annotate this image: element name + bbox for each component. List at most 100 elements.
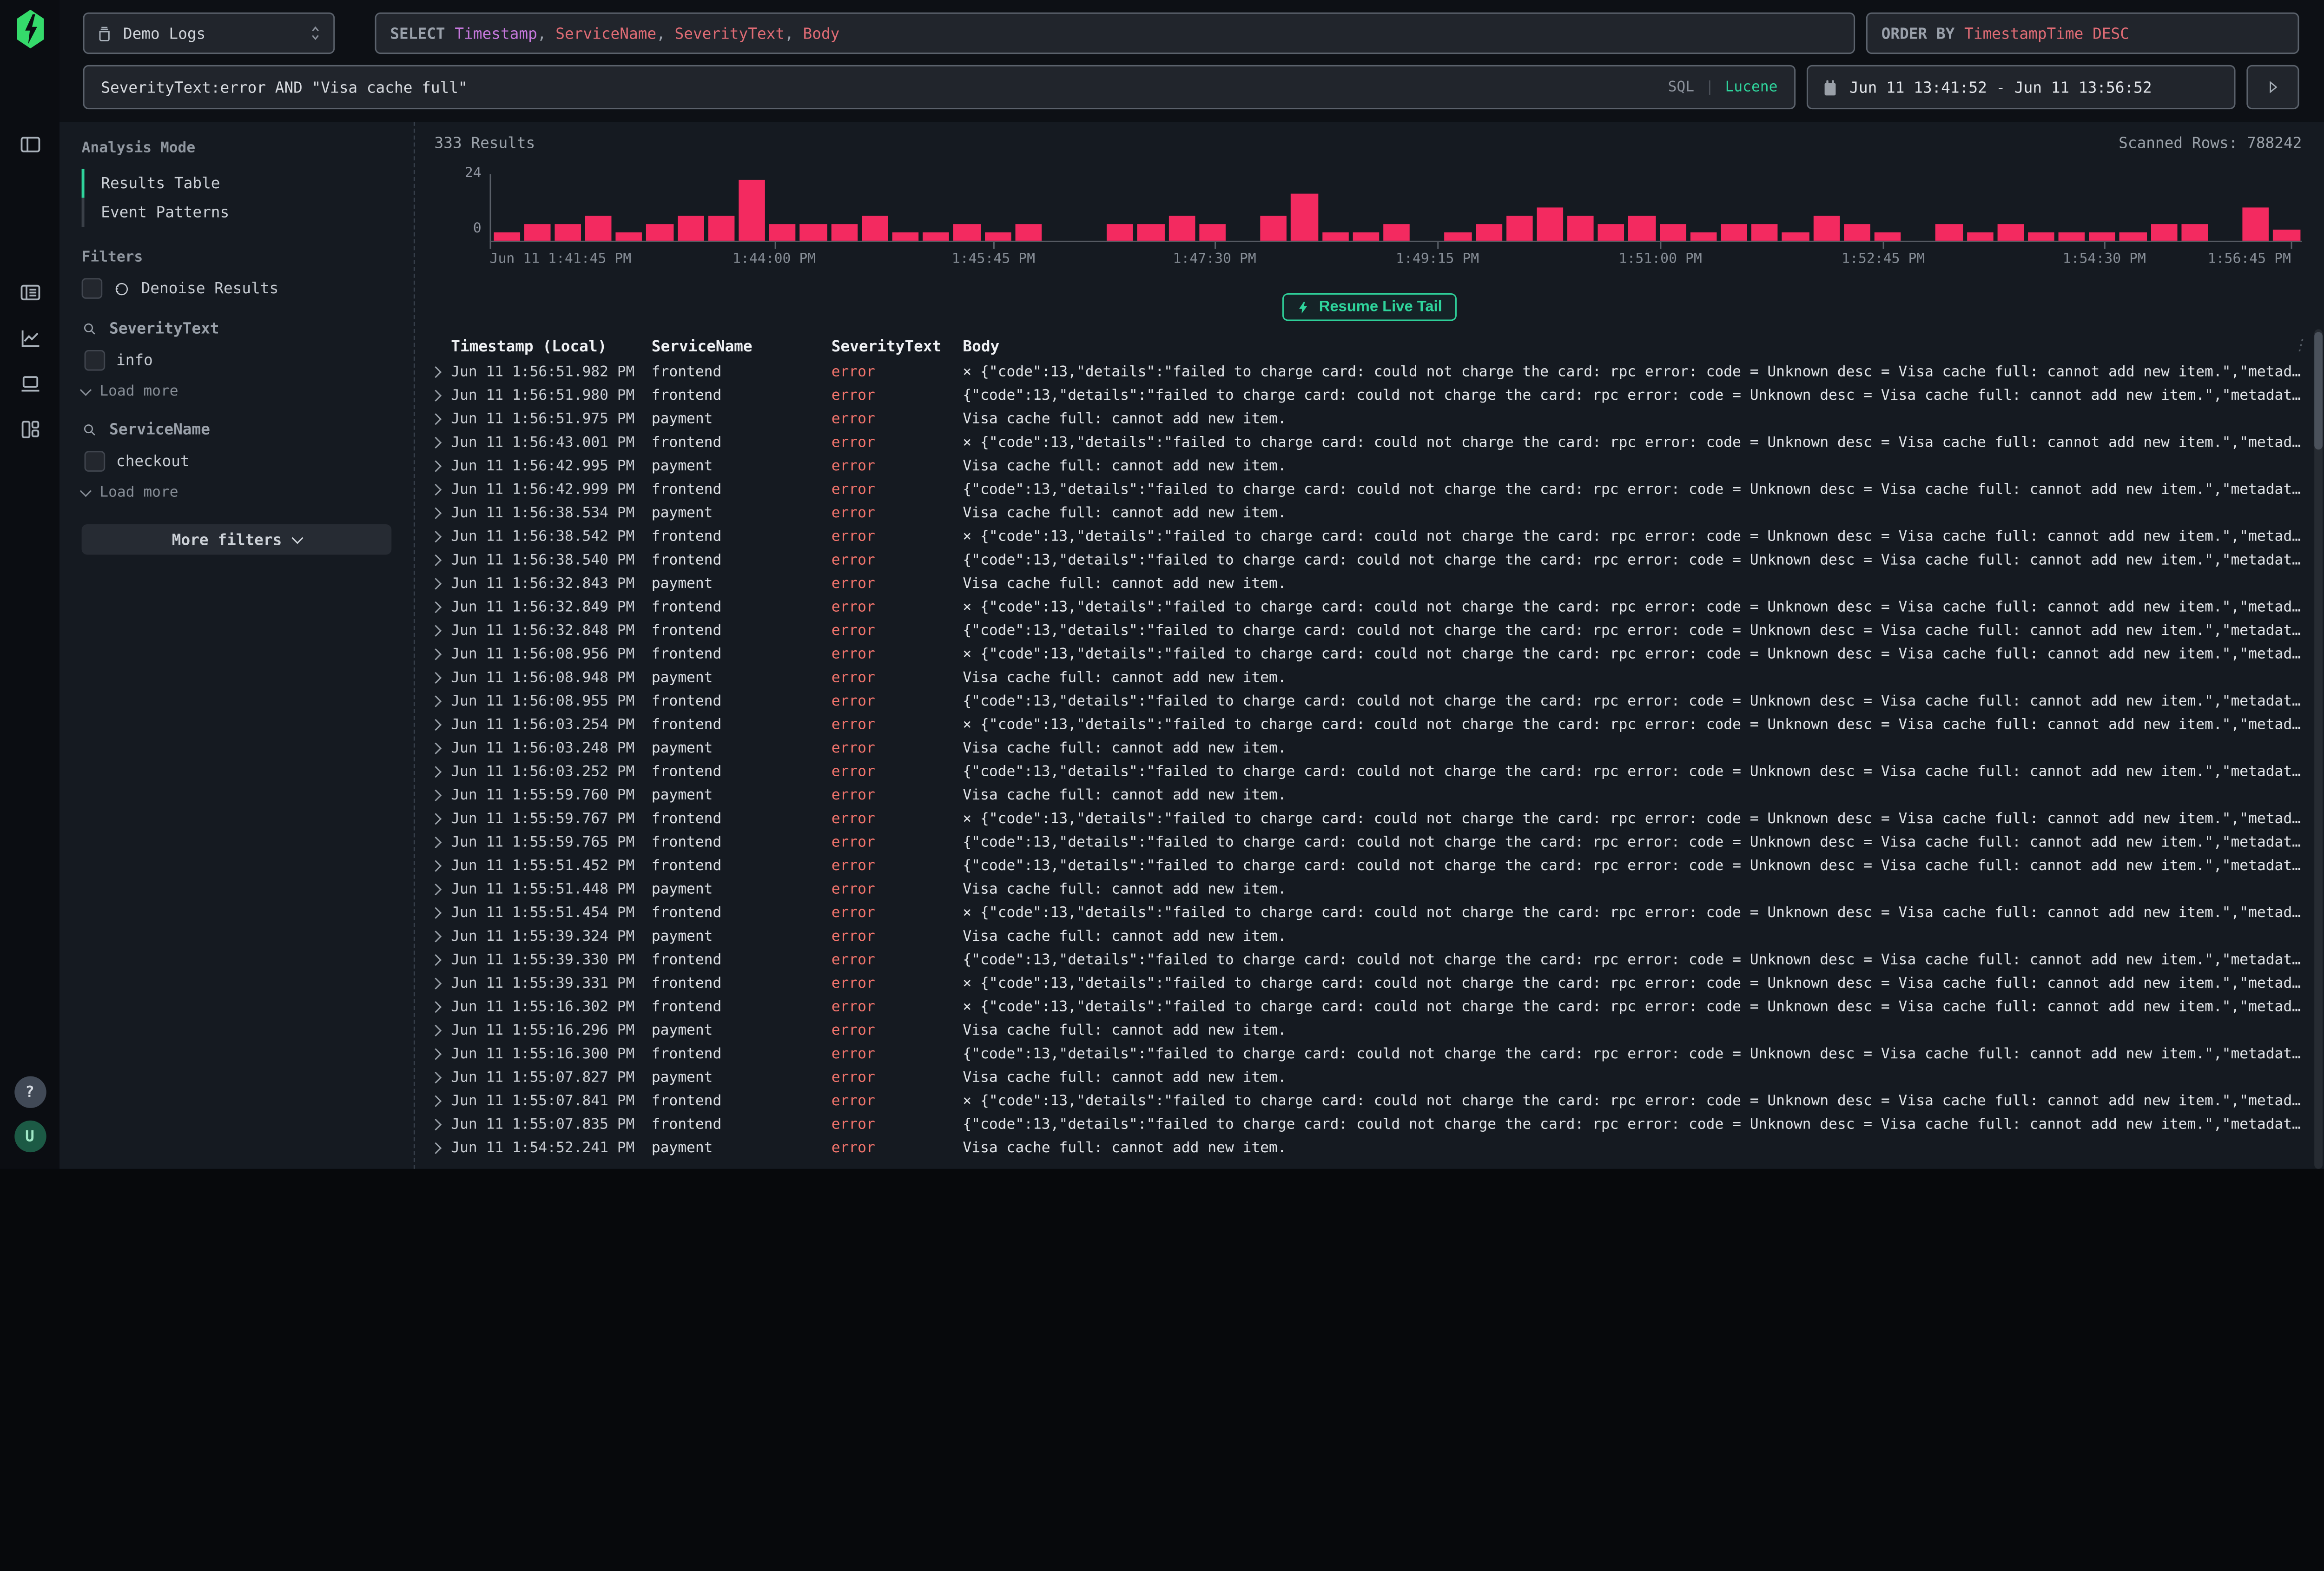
table-scrollbar-thumb[interactable] (2314, 332, 2323, 449)
row-expand-icon[interactable] (430, 977, 442, 989)
row-expand-icon[interactable] (430, 1024, 442, 1036)
row-expand-icon[interactable] (430, 507, 442, 518)
search-input[interactable] (101, 78, 1668, 96)
filter-checkbox[interactable] (85, 451, 106, 472)
row-expand-icon[interactable] (430, 766, 442, 777)
row-expand-icon[interactable] (430, 1095, 442, 1106)
row-expand-icon[interactable] (430, 365, 442, 377)
sidebar-toggle-icon[interactable] (18, 133, 42, 157)
table-row[interactable]: Jun 11 1:55:16.302 PMfrontenderror× {"co… (426, 995, 2308, 1018)
column-options-icon[interactable]: ⋮ (2292, 336, 2308, 354)
table-row[interactable]: Jun 11 1:56:03.248 PMpaymenterrorVisa ca… (426, 736, 2308, 759)
more-filters-button[interactable]: More filters (82, 524, 392, 554)
row-expand-icon[interactable] (430, 389, 442, 401)
table-row[interactable]: Jun 11 1:56:03.254 PMfrontenderror× {"co… (426, 713, 2308, 736)
table-row[interactable]: Jun 11 1:56:38.540 PMfrontenderror{"code… (426, 548, 2308, 572)
row-expand-icon[interactable] (430, 648, 442, 660)
sessions-icon[interactable] (18, 372, 42, 396)
column-header-timestamp[interactable]: Timestamp (Local) (451, 337, 652, 355)
dashboards-icon[interactable] (18, 418, 42, 442)
table-row[interactable]: Jun 11 1:55:39.330 PMfrontenderror{"code… (426, 948, 2308, 971)
row-expand-icon[interactable] (430, 436, 442, 448)
table-row[interactable]: Jun 11 1:55:16.296 PMpaymenterrorVisa ca… (426, 1018, 2308, 1042)
sidebar-mode-event-patterns[interactable]: Event Patterns (82, 198, 392, 227)
table-row[interactable]: Jun 11 1:54:52.241 PMpaymenterrorVisa ca… (426, 1135, 2308, 1159)
row-expand-icon[interactable] (430, 554, 442, 565)
table-row[interactable]: Jun 11 1:56:08.956 PMfrontenderror× {"co… (426, 642, 2308, 666)
order-by-input[interactable]: ORDER BY TimestampTime DESC (1866, 13, 2299, 54)
search-logs-icon[interactable] (18, 281, 42, 304)
table-row[interactable]: Jun 11 1:56:32.849 PMfrontenderror× {"co… (426, 595, 2308, 619)
row-expand-icon[interactable] (430, 789, 442, 800)
row-expand-icon[interactable] (430, 812, 442, 824)
row-expand-icon[interactable] (430, 624, 442, 636)
row-expand-icon[interactable] (430, 742, 442, 753)
column-header-body[interactable]: Body (963, 337, 2307, 355)
table-row[interactable]: Jun 11 1:56:43.001 PMfrontenderror× {"co… (426, 430, 2308, 454)
app-logo-icon[interactable] (14, 10, 45, 48)
table-row[interactable]: Jun 11 1:56:38.534 PMpaymenterrorVisa ca… (426, 501, 2308, 524)
row-expand-icon[interactable] (430, 460, 442, 471)
avatar[interactable]: U (14, 1121, 46, 1152)
help-button[interactable]: ? (14, 1076, 46, 1108)
table-row[interactable]: Jun 11 1:56:51.975 PMpaymenterrorVisa ca… (426, 407, 2308, 430)
row-expand-icon[interactable] (430, 695, 442, 706)
table-row[interactable]: Jun 11 1:56:03.252 PMfrontenderror{"code… (426, 759, 2308, 783)
sidebar-mode-results-table[interactable]: Results Table (82, 169, 392, 198)
load-more-link[interactable]: Load more (82, 383, 392, 400)
table-row[interactable]: Jun 11 1:56:08.955 PMfrontenderror{"code… (426, 689, 2308, 713)
table-row[interactable]: Jun 11 1:55:51.454 PMfrontenderror× {"co… (426, 901, 2308, 924)
row-expand-icon[interactable] (430, 671, 442, 683)
filter-option-info[interactable]: info (85, 350, 392, 371)
table-row[interactable]: Jun 11 1:55:51.452 PMfrontenderror{"code… (426, 853, 2308, 877)
row-expand-icon[interactable] (430, 883, 442, 895)
table-row[interactable]: Jun 11 1:55:07.827 PMpaymenterrorVisa ca… (426, 1065, 2308, 1089)
row-expand-icon[interactable] (430, 953, 442, 965)
language-lucene-option[interactable]: Lucene (1725, 79, 1777, 96)
time-range-picker[interactable]: Jun 11 13:41:52 - Jun 11 13:56:52 (1807, 65, 2236, 109)
language-sql-option[interactable]: SQL (1668, 79, 1694, 96)
table-row[interactable]: Jun 11 1:55:59.767 PMfrontenderror× {"co… (426, 806, 2308, 830)
table-row[interactable]: Jun 11 1:56:42.995 PMpaymenterrorVisa ca… (426, 454, 2308, 477)
table-row[interactable]: Jun 11 1:56:51.980 PMfrontenderror{"code… (426, 383, 2308, 407)
table-row[interactable]: Jun 11 1:56:08.948 PMpaymenterrorVisa ca… (426, 666, 2308, 689)
table-row[interactable]: Jun 11 1:55:07.835 PMfrontenderror{"code… (426, 1112, 2308, 1136)
filter-checkbox[interactable] (85, 350, 106, 371)
table-row[interactable]: Jun 11 1:55:39.331 PMfrontenderror× {"co… (426, 971, 2308, 995)
search-icon[interactable] (82, 421, 99, 438)
column-header-severitytext[interactable]: SeverityText (832, 337, 963, 355)
column-header-servicename[interactable]: ServiceName (652, 337, 832, 355)
row-expand-icon[interactable] (430, 601, 442, 612)
table-row[interactable]: Jun 11 1:56:51.982 PMfrontenderror× {"co… (426, 360, 2308, 383)
row-expand-icon[interactable] (430, 718, 442, 730)
row-expand-icon[interactable] (430, 1048, 442, 1059)
row-expand-icon[interactable] (430, 413, 442, 424)
histogram-plot[interactable] (490, 174, 2302, 242)
table-row[interactable]: Jun 11 1:55:59.760 PMpaymenterrorVisa ca… (426, 783, 2308, 807)
select-query-input[interactable]: SELECT Timestamp, ServiceName, SeverityT… (375, 13, 1855, 54)
row-expand-icon[interactable] (430, 530, 442, 542)
table-row[interactable]: Jun 11 1:55:16.300 PMfrontenderror{"code… (426, 1042, 2308, 1065)
row-expand-icon[interactable] (430, 836, 442, 847)
row-expand-icon[interactable] (430, 1071, 442, 1083)
search-icon[interactable] (82, 320, 99, 337)
row-expand-icon[interactable] (430, 483, 442, 495)
table-scrollbar[interactable] (2314, 329, 2323, 1169)
run-query-button[interactable] (2246, 65, 2299, 109)
table-row[interactable]: Jun 11 1:55:59.765 PMfrontenderror{"code… (426, 830, 2308, 854)
table-row[interactable]: Jun 11 1:56:32.843 PMpaymenterrorVisa ca… (426, 571, 2308, 595)
row-expand-icon[interactable] (430, 577, 442, 589)
row-expand-icon[interactable] (430, 859, 442, 871)
resume-live-tail-button[interactable]: Resume Live Tail (1283, 293, 1456, 321)
table-row[interactable]: Jun 11 1:56:32.848 PMfrontenderror{"code… (426, 618, 2308, 642)
table-row[interactable]: Jun 11 1:55:39.324 PMpaymenterrorVisa ca… (426, 924, 2308, 948)
source-select[interactable]: Demo Logs (83, 13, 335, 54)
denoise-checkbox[interactable] (82, 278, 103, 299)
chart-explorer-icon[interactable] (18, 326, 42, 350)
filter-option-checkout[interactable]: checkout (85, 451, 392, 472)
denoise-results-toggle[interactable]: Denoise Results (82, 278, 392, 299)
row-expand-icon[interactable] (430, 1142, 442, 1153)
row-expand-icon[interactable] (430, 930, 442, 942)
table-row[interactable]: Jun 11 1:56:42.999 PMfrontenderror{"code… (426, 477, 2308, 501)
row-expand-icon[interactable] (430, 1001, 442, 1012)
